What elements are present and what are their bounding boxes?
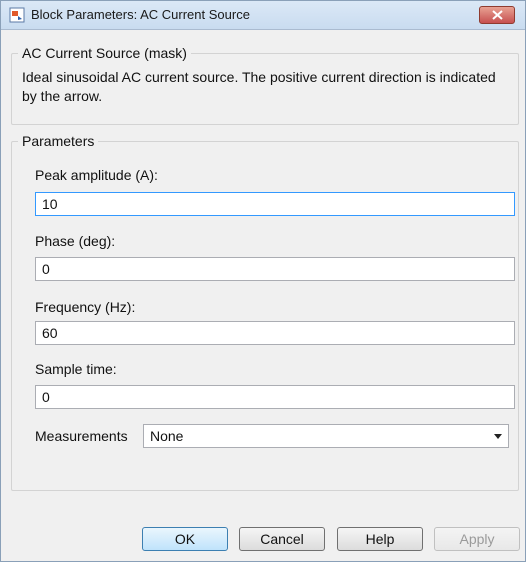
cancel-button[interactable]: Cancel — [239, 527, 325, 551]
apply-button[interactable]: Apply — [434, 527, 520, 551]
measurements-label: Measurements — [35, 428, 128, 444]
measurements-selected-value: None — [150, 428, 184, 444]
phase-label: Phase (deg): — [35, 233, 116, 249]
phase-input[interactable] — [35, 257, 515, 281]
frequency-input[interactable] — [35, 321, 515, 345]
chevron-down-icon[interactable] — [494, 434, 502, 439]
dialog-content: AC Current Source (mask) Ideal sinusoida… — [9, 29, 519, 561]
title-bar[interactable]: Block Parameters: AC Current Source — [1, 1, 525, 30]
frequency-label: Frequency (Hz): — [35, 299, 136, 315]
peak-amplitude-input[interactable] — [35, 192, 515, 216]
window-title: Block Parameters: AC Current Source — [31, 7, 250, 22]
mask-description: Ideal sinusoidal AC current source. The … — [22, 69, 496, 104]
peak-amplitude-label: Peak amplitude (A): — [35, 167, 158, 183]
ok-button[interactable]: OK — [142, 527, 228, 551]
mask-group-title: AC Current Source (mask) — [18, 45, 191, 61]
measurements-select[interactable]: None — [143, 424, 509, 448]
sample-time-input[interactable] — [35, 385, 515, 409]
close-icon — [492, 10, 503, 20]
help-button[interactable]: Help — [337, 527, 423, 551]
close-button[interactable] — [479, 6, 515, 24]
simulink-block-icon — [9, 7, 25, 23]
sample-time-label: Sample time: — [35, 361, 117, 377]
mask-description-group: AC Current Source (mask) Ideal sinusoida… — [11, 45, 519, 125]
dialog-window: Block Parameters: AC Current Source AC C… — [0, 0, 526, 562]
parameters-group-title: Parameters — [18, 133, 99, 149]
